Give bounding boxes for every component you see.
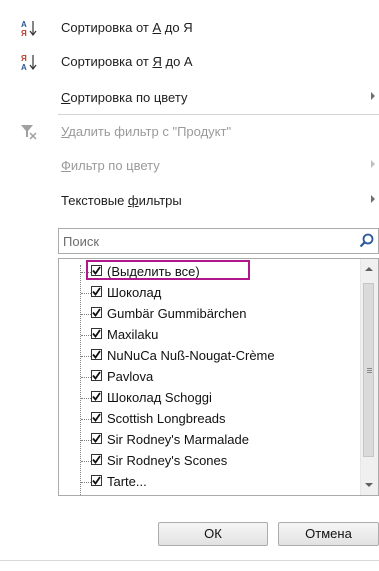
menu-item-label: Фильтр по цвету — [61, 158, 160, 173]
vertical-scrollbar[interactable] — [360, 259, 378, 495]
menu-item-text-filters[interactable]: Текстовые фильтры — [0, 188, 379, 214]
checkbox-checked[interactable] — [91, 286, 102, 297]
list-item[interactable]: Sir Rodney's Scones — [59, 452, 349, 471]
filter-value-list[interactable]: (Выделить все) Шоколад Gumbär Gummibärch… — [58, 258, 379, 496]
menu-item-label: Сортировка от А до Я — [61, 20, 193, 35]
menu-item-clear-filter[interactable]: Удалить фильтр с "Продукт" — [0, 119, 379, 145]
list-item[interactable]: Pavlova — [59, 368, 349, 387]
select-all-highlight — [86, 260, 250, 280]
list-item-label: Sir Rodney's Scones — [107, 453, 228, 468]
grip-line — [367, 372, 372, 373]
submenu-arrow-icon — [371, 92, 375, 100]
svg-text:А: А — [21, 63, 27, 71]
list-item-label: Pavlova — [107, 369, 154, 384]
list-item-label: Scottish Longbreads — [107, 411, 226, 426]
tree-branch — [81, 377, 91, 378]
list-item[interactable]: Maxilaku — [59, 326, 349, 345]
tree-branch — [81, 398, 91, 399]
menu-item-sort-by-color[interactable]: Сортировка по цвету — [0, 85, 379, 111]
grip-line — [367, 368, 372, 369]
tree-branch — [81, 419, 91, 420]
list-item-label: Шоколад — [107, 285, 162, 300]
checkbox-checked[interactable] — [91, 307, 102, 318]
scroll-down-arrow-icon[interactable] — [365, 483, 373, 487]
tree-branch — [81, 461, 91, 462]
tree-branch — [81, 482, 91, 483]
autofilter-menu: А Я Сортировка от А до Я Я А Сортировка … — [0, 0, 379, 561]
checkbox-checked[interactable] — [91, 370, 102, 381]
checkbox-checked[interactable] — [91, 475, 102, 486]
search-input[interactable]: Поиск — [58, 228, 379, 254]
sort-a-to-z-icon: А Я — [20, 19, 38, 38]
menu-bottom-border — [0, 560, 379, 561]
tree-branch — [81, 356, 91, 357]
scrollbar-thumb[interactable] — [363, 283, 374, 457]
magnifier-icon[interactable] — [358, 232, 376, 250]
list-item-label: Maxilaku — [107, 327, 159, 342]
list-item-label: Tarte... — [107, 474, 147, 489]
menu-item-filter-by-color[interactable]: Фильтр по цвету — [0, 153, 379, 179]
scroll-up-arrow-icon[interactable] — [365, 267, 373, 271]
list-item-label: Sir Rodney's Marmalade — [107, 432, 249, 447]
sort-z-to-a-icon: Я А — [20, 53, 38, 72]
search-placeholder: Поиск — [63, 234, 100, 249]
menu-item-label: Сортировка по цвету — [61, 90, 188, 105]
list-item[interactable]: Шоколад — [59, 284, 349, 303]
menu-item-label: Удалить фильтр с "Продукт" — [61, 124, 232, 139]
tree-branch — [81, 335, 91, 336]
list-item[interactable]: Gumbär Gummibärchen — [59, 305, 349, 324]
tree-branch — [81, 440, 91, 441]
checkbox-checked[interactable] — [91, 433, 102, 444]
list-item[interactable]: Scottish Longbreads — [59, 410, 349, 429]
list-item-label: Шоколад Schoggi — [107, 390, 212, 405]
menu-item-label: Текстовые фильтры — [61, 193, 182, 208]
tree-branch — [81, 314, 91, 315]
svg-text:А: А — [21, 20, 27, 29]
svg-text:Я: Я — [21, 29, 27, 37]
tree-branch — [81, 293, 91, 294]
grip-line — [367, 370, 372, 371]
list-item[interactable]: Tarte... — [59, 473, 349, 492]
list-item[interactable]: Sir Rodney's Marmalade — [59, 431, 349, 450]
menu-item-sort-asc[interactable]: А Я Сортировка от А до Я — [0, 15, 379, 41]
list-item-label: Gumbär Gummibärchen — [107, 306, 247, 321]
menu-item-label: Сортировка от Я до А — [61, 54, 193, 69]
checkbox-checked[interactable] — [91, 349, 102, 360]
checkbox-checked[interactable] — [91, 328, 102, 339]
separator — [58, 114, 379, 115]
list-item[interactable]: NuNuCa Nuß-Nougat-Crème — [59, 347, 349, 366]
submenu-arrow-icon — [371, 160, 375, 168]
clear-filter-icon — [20, 123, 38, 141]
submenu-arrow-icon — [371, 195, 375, 203]
ok-button[interactable]: ОК — [158, 522, 268, 546]
svg-text:Я: Я — [21, 54, 27, 63]
list-item[interactable]: Шоколад Schoggi — [59, 389, 349, 408]
checkbox-checked[interactable] — [91, 391, 102, 402]
menu-item-sort-desc[interactable]: Я А Сортировка от Я до А — [0, 49, 379, 75]
list-item-label: NuNuCa Nuß-Nougat-Crème — [107, 348, 275, 363]
cancel-button[interactable]: Отмена — [278, 522, 379, 546]
checkbox-checked[interactable] — [91, 412, 102, 423]
checkbox-checked[interactable] — [91, 454, 102, 465]
